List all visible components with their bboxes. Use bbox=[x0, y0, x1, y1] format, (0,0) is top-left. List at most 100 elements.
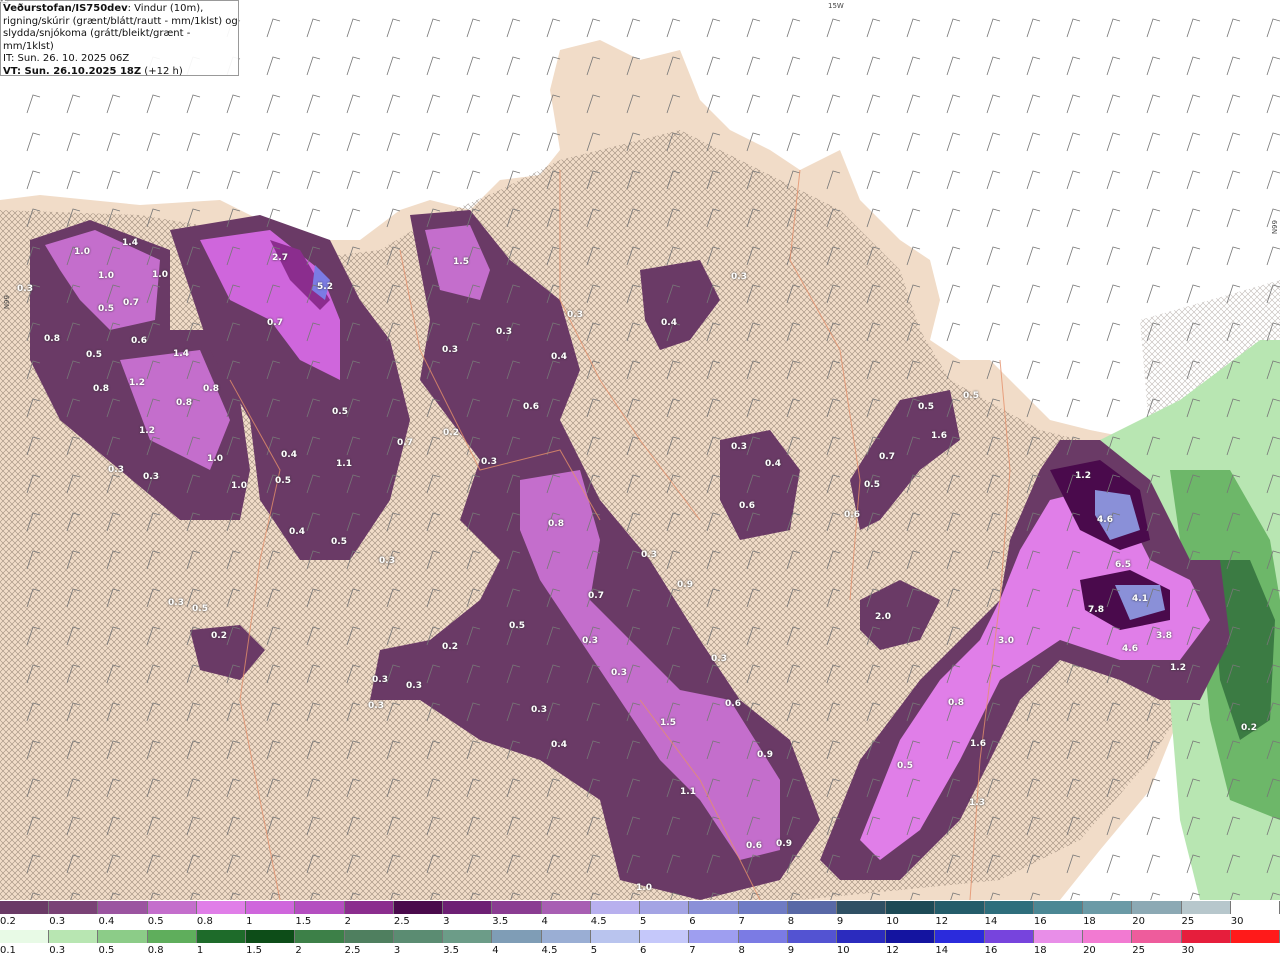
precip-value-label: 0.7 bbox=[588, 591, 604, 601]
colorbar-tick-label: 2.5 bbox=[344, 945, 361, 956]
precip-value-label: 6.5 bbox=[1115, 560, 1131, 570]
precip-value-label: 1.0 bbox=[152, 270, 168, 280]
precip-value-label: 0.3 bbox=[582, 636, 598, 646]
colorbar-swatch bbox=[295, 901, 345, 914]
colorbar-swatch bbox=[393, 930, 444, 943]
colorbar-swatch bbox=[1132, 930, 1182, 943]
precip-value-label: 0.3 bbox=[711, 654, 727, 664]
colorbar-tick-label: 0.2 bbox=[0, 916, 16, 927]
precip-value-label: 1.0 bbox=[207, 454, 223, 464]
colorbar-tick-label: 18 bbox=[1083, 916, 1096, 927]
precip-value-label: 0.7 bbox=[879, 452, 895, 462]
precip-value-label: 0.9 bbox=[757, 750, 773, 760]
precip-value-label: 0.6 bbox=[725, 699, 741, 709]
colorbar-tick-label: 12 bbox=[935, 916, 949, 927]
header-line-2: rigning/skúrir (grænt/blátt/rautt - mm/1… bbox=[3, 15, 238, 27]
colorbar-swatch bbox=[689, 930, 739, 943]
colorbar-tick-label: 10 bbox=[886, 916, 899, 927]
colorbar-tick-label: 20 bbox=[1083, 945, 1096, 956]
precip-value-label: 2.7 bbox=[272, 253, 288, 263]
precip-value-label: 0.6 bbox=[131, 336, 147, 346]
precip-value-label: 0.6 bbox=[739, 501, 755, 511]
precip-value-label: 0.3 bbox=[481, 457, 497, 467]
precip-value-label: 1.1 bbox=[680, 787, 696, 797]
precip-value-label: 0.6 bbox=[523, 402, 539, 412]
precip-value-label: 0.3 bbox=[143, 472, 159, 482]
precip-value-label: 0.8 bbox=[176, 398, 192, 408]
colorbar-swatch bbox=[147, 901, 197, 914]
precip-value-label: 1.0 bbox=[231, 481, 247, 491]
precip-value-label: 1.4 bbox=[122, 238, 138, 248]
colorbar-tick-label: 0.3 bbox=[49, 945, 66, 956]
header-title: Veðurstofan/IS750dev bbox=[3, 3, 128, 14]
precip-value-label: 0.8 bbox=[548, 519, 564, 529]
colorbar-tick-label: 25 bbox=[1132, 945, 1146, 956]
precip-value-label: 0.7 bbox=[397, 438, 413, 448]
colorbar-tick-label: 4 bbox=[541, 916, 548, 927]
header-line-4: IT: Sun. 26. 10. 2025 06Z bbox=[3, 53, 130, 65]
colorbar-swatch bbox=[886, 901, 936, 914]
header-line-5: VT: Sun. 26.10.2025 18Z (+12 h) bbox=[3, 66, 238, 79]
precip-value-label: 0.3 bbox=[406, 681, 422, 691]
colorbar-swatch bbox=[98, 901, 148, 914]
colorbar-tick-label: 1.5 bbox=[246, 945, 263, 956]
colorbar-tick-label: 9 bbox=[836, 916, 844, 927]
map-header: Veðurstofan/IS750dev: Vindur (10m), rign… bbox=[0, 0, 239, 79]
precip-value-label: 0.5 bbox=[332, 407, 348, 417]
precip-value-label: 1.2 bbox=[1075, 471, 1091, 481]
colorbar-swatch bbox=[196, 901, 247, 914]
precip-value-label: 0.8 bbox=[948, 698, 964, 708]
colorbar-swatch bbox=[836, 930, 887, 943]
grid-label-right: 66N bbox=[1270, 220, 1278, 235]
snow-colorbar-labels: 0.2 0.3 0.4 0.5 0.8 1 1.5 2 2.5 3 3.5 4 4.5 5 6 7 8 9 10 12… bbox=[0, 916, 1280, 928]
precip-value-label: 3.8 bbox=[1156, 631, 1172, 641]
colorbar-swatch bbox=[590, 901, 641, 914]
grid-label-top: 15W bbox=[828, 2, 844, 10]
colorbar-swatch bbox=[640, 930, 690, 943]
precip-value-label: 4.6 bbox=[1097, 515, 1113, 525]
precip-value-label: 0.5 bbox=[509, 621, 525, 631]
legend: 0.2 0.3 0.4 0.5 0.8 1 1.5 2 2.5 3 3.5 4 4.5 5 6 7 8 9 10 12… bbox=[0, 900, 1280, 958]
colorbar-swatch bbox=[492, 930, 542, 943]
precip-value-label: 0.3 bbox=[567, 310, 583, 320]
precip-value-label: 0.3 bbox=[611, 668, 627, 678]
precip-value-label: 1.2 bbox=[1170, 663, 1186, 673]
colorbar-swatch bbox=[98, 930, 148, 943]
colorbar-tick-label: 20 bbox=[1132, 916, 1146, 927]
precip-value-label: 2.0 bbox=[875, 612, 891, 622]
precip-value-label: 0.3 bbox=[17, 284, 33, 294]
colorbar-tick-label: 10 bbox=[836, 945, 850, 956]
valid-time-offset: (+12 h) bbox=[141, 65, 183, 77]
precip-value-label: 0.3 bbox=[731, 442, 747, 452]
precip-value-label: 1.2 bbox=[129, 378, 145, 388]
precip-value-label: 1.5 bbox=[660, 718, 676, 728]
precip-value-label: 0.5 bbox=[98, 304, 114, 314]
colorbar-swatch bbox=[640, 901, 690, 914]
colorbar-tick-label: 4 bbox=[492, 945, 499, 956]
colorbar-swatch bbox=[443, 930, 493, 943]
colorbar-swatch bbox=[1181, 901, 1231, 914]
precip-value-label: 0.4 bbox=[289, 527, 305, 537]
colorbar-swatch bbox=[984, 901, 1034, 914]
rain-colorbar-labels: 0.1 0.3 0.5 0.8 1 1.5 2 2.5 3 3.5 4 4.5 5 6 7 8 9 10 12 14 1… bbox=[0, 945, 1280, 957]
precip-value-label: 0.3 bbox=[531, 705, 547, 715]
precip-value-label: 0.3 bbox=[442, 345, 458, 355]
colorbar-swatch bbox=[0, 901, 50, 914]
colorbar-tick-label: 7 bbox=[689, 945, 696, 956]
colorbar-tick-label: 12 bbox=[886, 945, 899, 956]
precip-value-label: 0.6 bbox=[844, 510, 860, 520]
colorbar-tick-label: 0.4 bbox=[98, 916, 115, 927]
colorbar-swatch bbox=[1132, 901, 1182, 914]
precip-value-label: 0.4 bbox=[765, 459, 781, 469]
precip-value-label: 0.4 bbox=[281, 450, 297, 460]
colorbar-tick-label: 1.5 bbox=[295, 916, 312, 927]
header-title-rest: : Vindur (10m), bbox=[127, 3, 204, 14]
precip-value-label: 0.5 bbox=[275, 476, 291, 486]
precip-value-label: 0.4 bbox=[661, 318, 677, 328]
precip-value-label: 4.6 bbox=[1122, 644, 1138, 654]
map-canvas bbox=[0, 0, 1280, 900]
colorbar-tick-label: 6 bbox=[640, 945, 647, 956]
precip-value-label: 0.6 bbox=[746, 841, 762, 851]
colorbar-swatch bbox=[1033, 901, 1084, 914]
rain-colorbar bbox=[0, 930, 1280, 943]
